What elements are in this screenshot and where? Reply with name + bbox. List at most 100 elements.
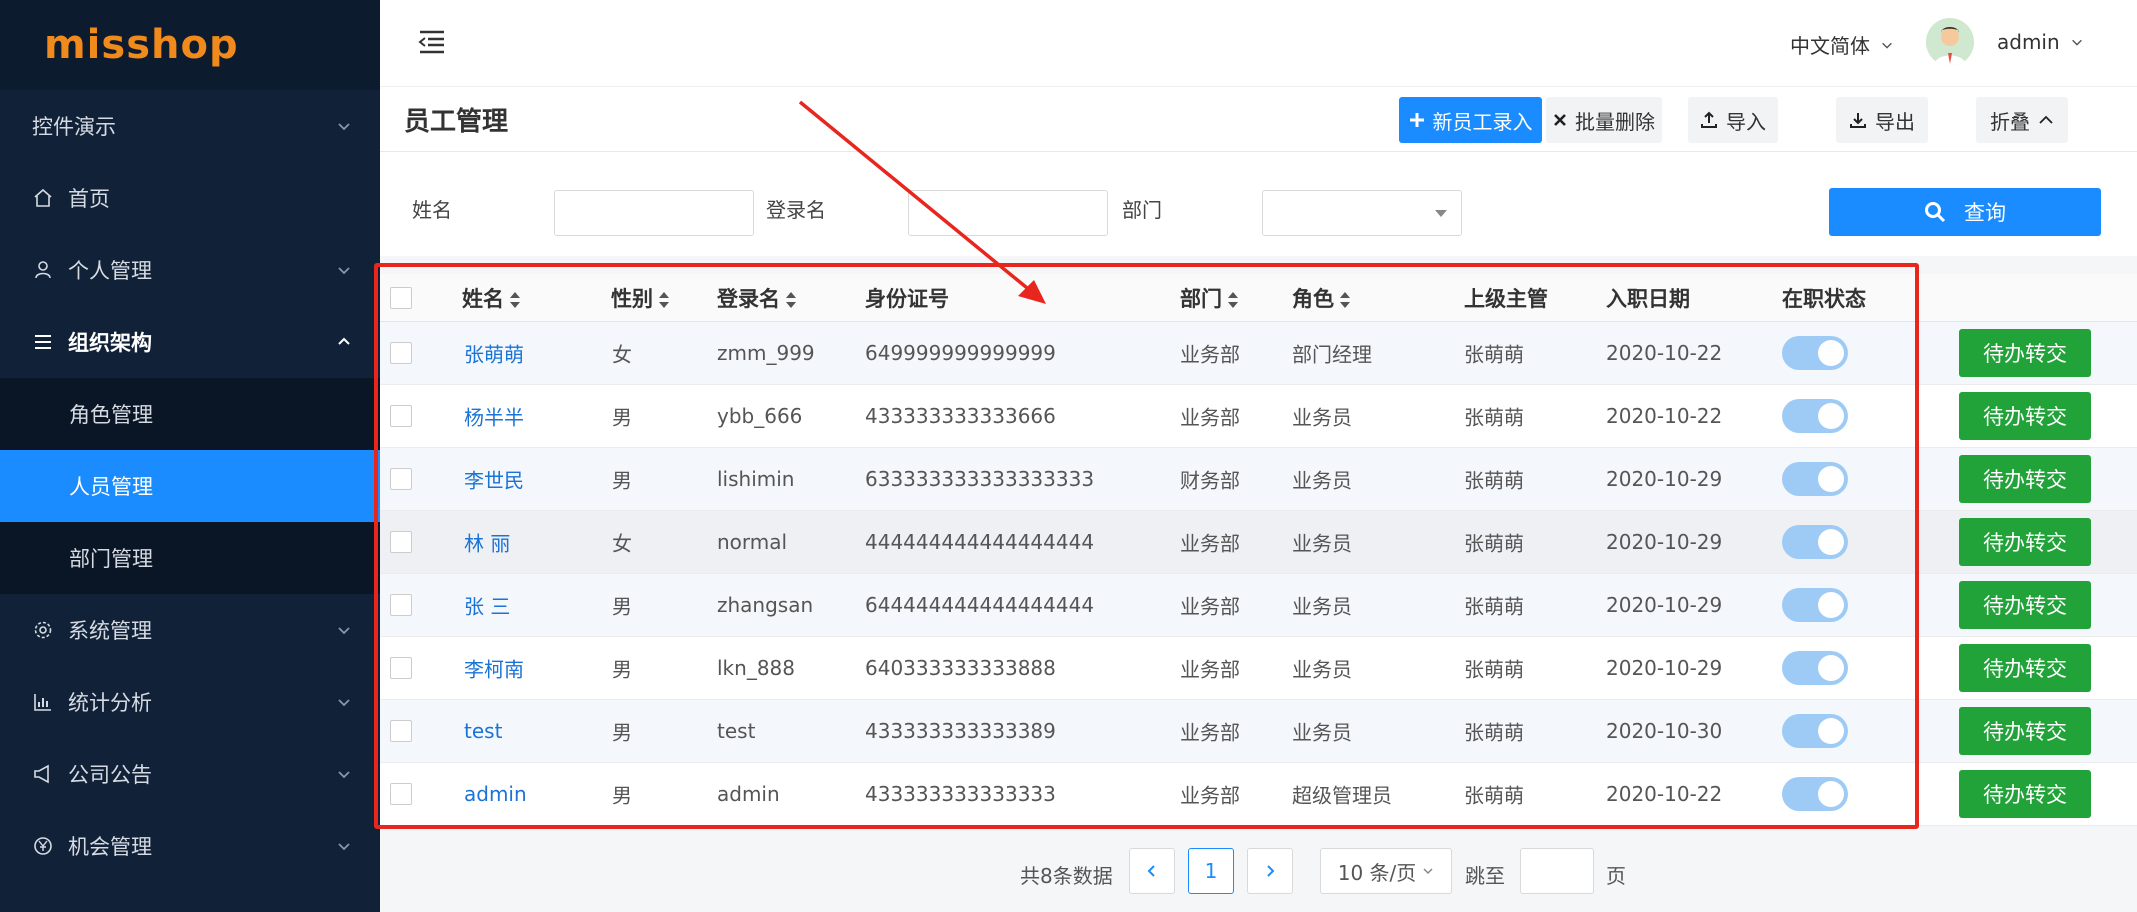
cell-dept: 业务部 xyxy=(1180,657,1240,682)
cell-name[interactable]: 张 三 xyxy=(464,591,510,620)
sidebar-item-controls-demo[interactable]: 控件演示 xyxy=(0,90,380,162)
status-toggle[interactable] xyxy=(1782,714,1848,748)
dept-filter-select[interactable] xyxy=(1262,190,1462,236)
cell-login: admin xyxy=(717,782,780,806)
prev-page-button[interactable] xyxy=(1129,848,1175,894)
header-status: 在职状态 xyxy=(1782,286,1866,311)
sort-icon xyxy=(1228,291,1238,308)
collapse-button[interactable]: 折叠 xyxy=(1976,97,2068,143)
query-button[interactable]: 查询 xyxy=(1829,188,2101,236)
login-filter-input[interactable] xyxy=(908,190,1108,236)
sidebar-item-statistics[interactable]: 统计分析 xyxy=(0,666,380,738)
sidebar-item-label: 部门管理 xyxy=(69,547,153,571)
row-checkbox[interactable] xyxy=(390,468,412,490)
cell-name[interactable]: 李柯南 xyxy=(464,654,524,683)
header-role[interactable]: 角色 xyxy=(1292,283,1350,313)
sidebar-item-personal[interactable]: 个人管理 xyxy=(0,234,380,306)
chevron-left-icon xyxy=(1147,865,1155,877)
name-filter-input[interactable] xyxy=(554,190,754,236)
table-row: 张萌萌 女 zmm_999 649999999999999 业务部 部门经理 张萌萌 2020… xyxy=(380,322,2137,385)
cell-date: 2020-10-22 xyxy=(1606,404,1723,428)
chevron-down-icon xyxy=(1423,868,1433,875)
sidebar-item-department-management[interactable]: 部门管理 xyxy=(0,522,380,594)
transfer-tasks-button[interactable]: 待办转交 xyxy=(1959,455,2091,503)
row-checkbox[interactable] xyxy=(390,720,412,742)
row-checkbox[interactable] xyxy=(390,342,412,364)
cell-date: 2020-10-29 xyxy=(1606,467,1723,491)
cell-dept: 业务部 xyxy=(1180,405,1240,430)
cell-name[interactable]: 林 丽 xyxy=(464,528,510,557)
transfer-tasks-button[interactable]: 待办转交 xyxy=(1959,770,2091,818)
status-toggle[interactable] xyxy=(1782,651,1848,685)
cell-manager: 张萌萌 xyxy=(1464,657,1524,682)
sidebar-item-announcements[interactable]: 公司公告 xyxy=(0,738,380,810)
header-dept[interactable]: 部门 xyxy=(1180,283,1238,313)
transfer-tasks-button[interactable]: 待办转交 xyxy=(1959,581,2091,629)
transfer-tasks-button[interactable]: 待办转交 xyxy=(1959,707,2091,755)
export-button[interactable]: 导出 xyxy=(1836,97,1928,143)
sidebar-item-opportunities[interactable]: 机会管理 xyxy=(0,810,380,882)
header-label: 角色 xyxy=(1292,286,1334,311)
sidebar-item-home[interactable]: 首页 xyxy=(0,162,380,234)
new-employee-button[interactable]: 新员工录入 xyxy=(1399,97,1542,143)
megaphone-icon xyxy=(32,763,54,785)
user-menu[interactable]: admin xyxy=(1997,30,2084,54)
cell-manager: 张萌萌 xyxy=(1464,531,1524,556)
header-login[interactable]: 登录名 xyxy=(717,283,796,313)
status-toggle[interactable] xyxy=(1782,462,1848,496)
row-checkbox[interactable] xyxy=(390,405,412,427)
row-checkbox[interactable] xyxy=(390,783,412,805)
status-toggle[interactable] xyxy=(1782,336,1848,370)
menu-fold-icon[interactable] xyxy=(416,28,448,56)
sidebar-item-label: 统计分析 xyxy=(68,691,152,715)
chart-icon xyxy=(32,691,54,713)
sidebar-item-label: 个人管理 xyxy=(68,259,152,283)
cell-name[interactable]: 李世民 xyxy=(464,465,524,494)
next-page-button[interactable] xyxy=(1247,848,1293,894)
sidebar-item-label: 机会管理 xyxy=(68,835,152,859)
cell-name[interactable]: 张萌萌 xyxy=(464,339,524,368)
table-row: 张 三 男 zhangsan 644444444444444444 业务部 业务员 张萌萌 2… xyxy=(380,574,2137,637)
transfer-tasks-button[interactable]: 待办转交 xyxy=(1959,518,2091,566)
table-header: 姓名 性别 登录名 身份证号 部门 角色 上级主管 入职日期 在职状态 xyxy=(380,274,2137,322)
cell-role: 业务员 xyxy=(1292,594,1352,619)
cell-id-number: 633333333333333333 xyxy=(865,467,1095,491)
sidebar-item-staff-management[interactable]: 人员管理 xyxy=(0,450,380,522)
status-toggle[interactable] xyxy=(1782,588,1848,622)
goto-page-input[interactable] xyxy=(1520,848,1594,894)
import-button[interactable]: 导入 xyxy=(1688,97,1778,143)
transfer-tasks-button[interactable]: 待办转交 xyxy=(1959,392,2091,440)
cell-name[interactable]: admin xyxy=(464,782,527,806)
header-name[interactable]: 姓名 xyxy=(462,283,520,313)
main-content: 中文简体 admin 员工管理 新员工录入 批量删除 导入 导出 折叠 姓名 登… xyxy=(380,0,2137,912)
sidebar-item-system[interactable]: 系统管理 xyxy=(0,594,380,666)
chevron-down-icon xyxy=(338,267,350,275)
status-toggle[interactable] xyxy=(1782,525,1848,559)
status-toggle[interactable] xyxy=(1782,777,1848,811)
row-checkbox[interactable] xyxy=(390,594,412,616)
sidebar-item-role-management[interactable]: 角色管理 xyxy=(0,378,380,450)
transfer-tasks-button[interactable]: 待办转交 xyxy=(1959,644,2091,692)
cell-name[interactable]: test xyxy=(464,719,502,743)
batch-delete-button[interactable]: 批量删除 xyxy=(1546,97,1662,143)
cell-date: 2020-10-30 xyxy=(1606,719,1723,743)
cell-role: 业务员 xyxy=(1292,468,1352,493)
sidebar-item-organization[interactable]: 组织架构 xyxy=(0,306,380,378)
avatar[interactable] xyxy=(1926,18,1974,66)
transfer-tasks-button[interactable]: 待办转交 xyxy=(1959,329,2091,377)
cell-date: 2020-10-29 xyxy=(1606,530,1723,554)
language-selector[interactable]: 中文简体 xyxy=(1790,30,1894,59)
status-toggle[interactable] xyxy=(1782,399,1848,433)
chevron-right-icon xyxy=(1267,865,1275,877)
header-label: 性别 xyxy=(611,286,653,311)
logo[interactable]: misshop xyxy=(0,0,380,90)
employee-table: 姓名 性别 登录名 身份证号 部门 角色 上级主管 入职日期 在职状态 张萌萌女… xyxy=(380,274,2137,826)
cell-name[interactable]: 杨半半 xyxy=(464,402,524,431)
header-gender[interactable]: 性别 xyxy=(611,283,669,313)
select-all-checkbox[interactable] xyxy=(390,286,412,309)
page-1-button[interactable]: 1 xyxy=(1188,848,1234,894)
page-size-select[interactable]: 10 条/页 xyxy=(1320,848,1452,894)
row-checkbox[interactable] xyxy=(390,657,412,679)
plus-icon xyxy=(1409,113,1424,127)
row-checkbox[interactable] xyxy=(390,531,412,553)
